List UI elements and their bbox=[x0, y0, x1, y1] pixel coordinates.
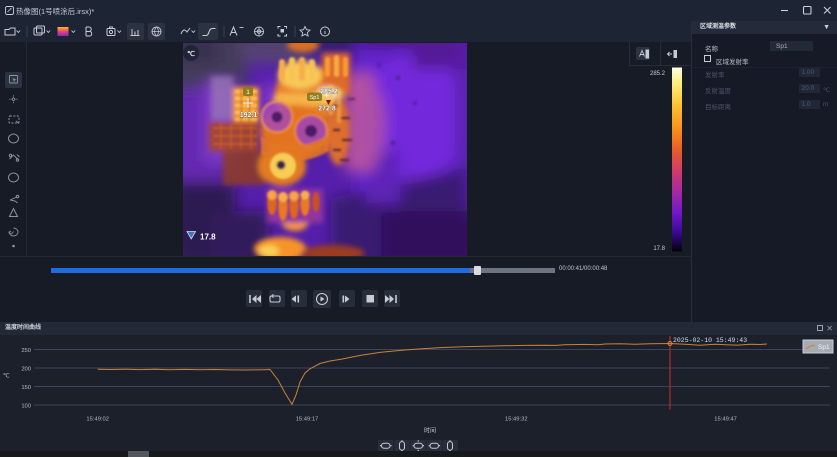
svg-text:150: 150 bbox=[21, 385, 31, 391]
svg-text:Sp1: Sp1 bbox=[310, 95, 320, 101]
svg-text:15:49:17: 15:49:17 bbox=[296, 417, 319, 423]
svg-text:17.8: 17.8 bbox=[200, 233, 216, 242]
svg-text:1: 1 bbox=[246, 89, 250, 96]
svg-text:200: 200 bbox=[21, 367, 31, 373]
svg-text:192.1: 192.1 bbox=[240, 112, 258, 119]
svg-text:15:49:47: 15:49:47 bbox=[714, 417, 737, 423]
svg-text:285.2: 285.2 bbox=[320, 89, 338, 96]
svg-text:100: 100 bbox=[21, 404, 31, 410]
svg-text:℃: ℃ bbox=[3, 374, 10, 380]
svg-text:250: 250 bbox=[21, 348, 31, 354]
svg-text:时间: 时间 bbox=[424, 427, 436, 435]
svg-text:15:49:02: 15:49:02 bbox=[86, 417, 109, 423]
svg-text:Sp1: Sp1 bbox=[818, 344, 830, 351]
svg-text:15:49:32: 15:49:32 bbox=[505, 417, 528, 423]
svg-text:272.8: 272.8 bbox=[318, 106, 336, 113]
svg-text:285.2: 285.2 bbox=[650, 71, 666, 77]
svg-text:℃: ℃ bbox=[187, 50, 195, 58]
svg-text:17.8: 17.8 bbox=[653, 246, 665, 252]
svg-text:2025-02-10 15:49:43: 2025-02-10 15:49:43 bbox=[673, 337, 747, 344]
